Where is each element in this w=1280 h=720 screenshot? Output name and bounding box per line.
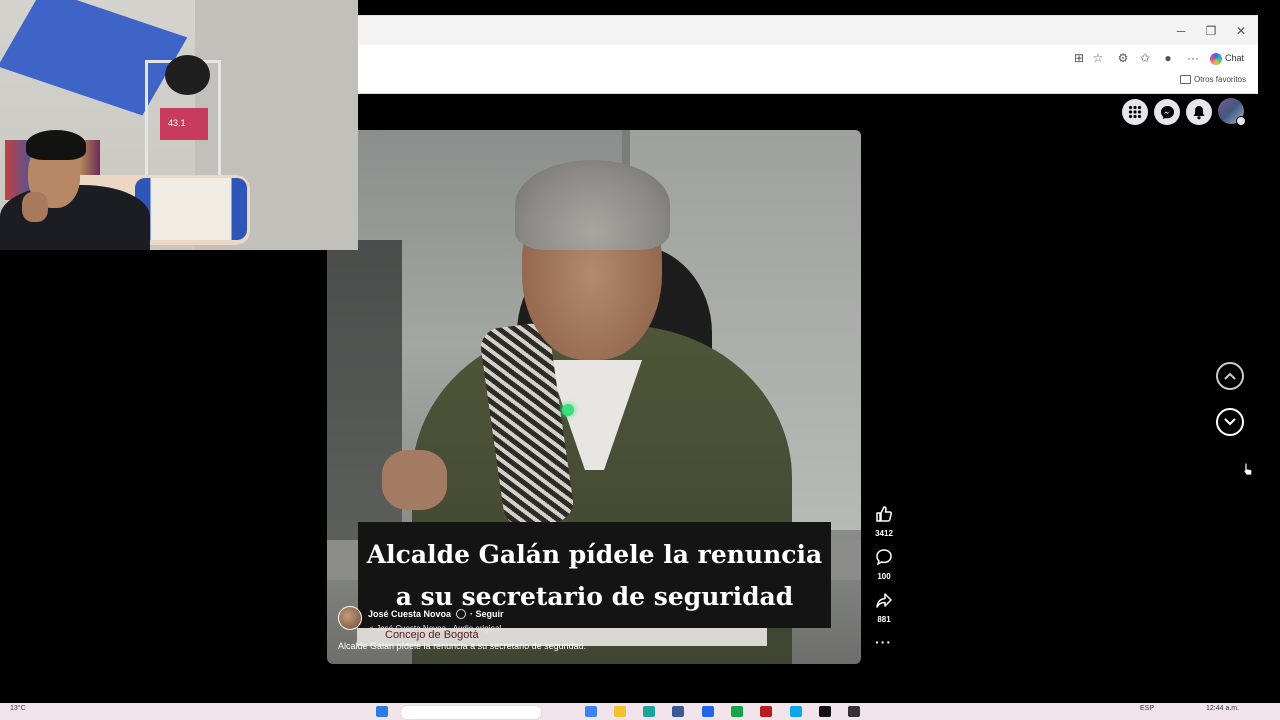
taskbar: 13°C ESP 12:44 a.m. <box>0 703 1280 720</box>
minimize-icon[interactable]: ─ <box>1173 23 1189 39</box>
profile-icon[interactable]: ● <box>1160 50 1176 66</box>
webcam-overlay: 43.1 <box>0 0 358 250</box>
like-button[interactable]: 3412 <box>868 505 900 538</box>
menu-grid-button[interactable] <box>1122 99 1148 125</box>
other-favorites-folder[interactable]: Otros favoritos <box>1179 75 1246 85</box>
store-icon[interactable] <box>672 706 684 717</box>
webcam-pillow <box>135 178 247 240</box>
toolbar: ⊞ ☆ ⚙ ✩ ● ··· Chat <box>355 45 1258 71</box>
follow-button[interactable]: · Seguir <box>470 609 504 619</box>
comment-count: 100 <box>877 572 891 581</box>
hand-cursor-icon <box>1243 462 1253 476</box>
taskbar-clock[interactable]: 12:44 a.m. <box>1206 705 1239 712</box>
weather-widget[interactable]: 13°C <box>10 705 26 712</box>
chevron-down-icon <box>1224 418 1236 426</box>
share-button[interactable]: 881 <box>868 591 900 624</box>
audio-credit[interactable]: ♫ José Cuesta Novoa · Audio original <box>368 624 501 633</box>
more-options-icon[interactable]: ··· <box>875 634 892 650</box>
notifications-button[interactable] <box>1186 99 1212 125</box>
webcam-helmet <box>165 55 210 95</box>
share-count: 881 <box>877 615 891 624</box>
account-chevron-icon[interactable] <box>1236 116 1246 126</box>
grid-icon <box>1128 105 1142 119</box>
app-green-icon[interactable] <box>731 706 743 717</box>
speaker-hair <box>515 160 670 250</box>
more-menu-icon[interactable]: ··· <box>1185 50 1201 66</box>
title-bar: ─ ❐ ✕ <box>355 15 1258 46</box>
post-description: Alcalde Galán pídele la renuncia a su se… <box>338 641 587 651</box>
previous-reel-button[interactable] <box>1216 362 1244 390</box>
windows-start-icon[interactable] <box>376 706 388 717</box>
address-bar[interactable] <box>359 47 1059 69</box>
app-dark-icon[interactable] <box>819 706 831 717</box>
verified-icon <box>456 609 466 619</box>
close-icon[interactable]: ✕ <box>1233 23 1249 39</box>
taskbar-search[interactable] <box>400 705 542 720</box>
favorites-bar: Otros favoritos <box>355 71 1258 94</box>
maximize-icon[interactable]: ❐ <box>1203 23 1219 39</box>
chevron-up-icon <box>1224 372 1236 380</box>
like-count: 3412 <box>875 529 893 538</box>
audio-credit-label: José Cuesta Novoa · Audio original <box>376 624 502 633</box>
bell-icon <box>1193 105 1205 119</box>
mcafee-icon[interactable] <box>760 706 772 717</box>
microphone-light <box>562 404 574 416</box>
comment-button[interactable]: 100 <box>868 548 900 581</box>
edge-icon[interactable] <box>643 706 655 717</box>
messenger-button[interactable] <box>1154 99 1180 125</box>
author-name[interactable]: José Cuesta Novoa <box>368 609 451 619</box>
next-reel-button[interactable] <box>1216 408 1244 436</box>
thumbs-up-icon <box>876 506 892 522</box>
streamer-hand <box>22 192 48 222</box>
messenger-icon <box>1160 105 1174 119</box>
copilot-chat-button[interactable]: Chat <box>1210 49 1244 67</box>
webcam-box-label: 43.1 <box>168 118 186 128</box>
copilot-icon <box>1210 52 1222 65</box>
speaker-hand <box>382 450 447 510</box>
streamer-hair <box>26 130 86 160</box>
copilot-taskbar-icon[interactable] <box>585 706 597 717</box>
comment-icon <box>876 549 892 566</box>
obs-icon[interactable] <box>848 706 860 717</box>
author-avatar[interactable] <box>338 606 362 630</box>
favorites-icon[interactable]: ✩ <box>1137 50 1153 66</box>
app-blue-icon[interactable] <box>790 706 802 717</box>
app-available-icon[interactable]: ⊞ <box>1071 50 1087 66</box>
share-icon <box>876 593 892 608</box>
file-explorer-icon[interactable] <box>614 706 626 717</box>
video-flag <box>327 240 402 560</box>
caption-line-1: Alcalde Galán pídele la renuncia <box>366 540 823 569</box>
language-indicator[interactable]: ESP <box>1140 705 1154 712</box>
extensions-icon[interactable]: ⚙ <box>1115 50 1131 66</box>
caption-line-2: a su secretario de seguridad <box>395 582 794 611</box>
hp-icon[interactable] <box>702 706 714 717</box>
folder-icon <box>1179 75 1191 85</box>
favorite-star-icon[interactable]: ☆ <box>1090 50 1106 66</box>
